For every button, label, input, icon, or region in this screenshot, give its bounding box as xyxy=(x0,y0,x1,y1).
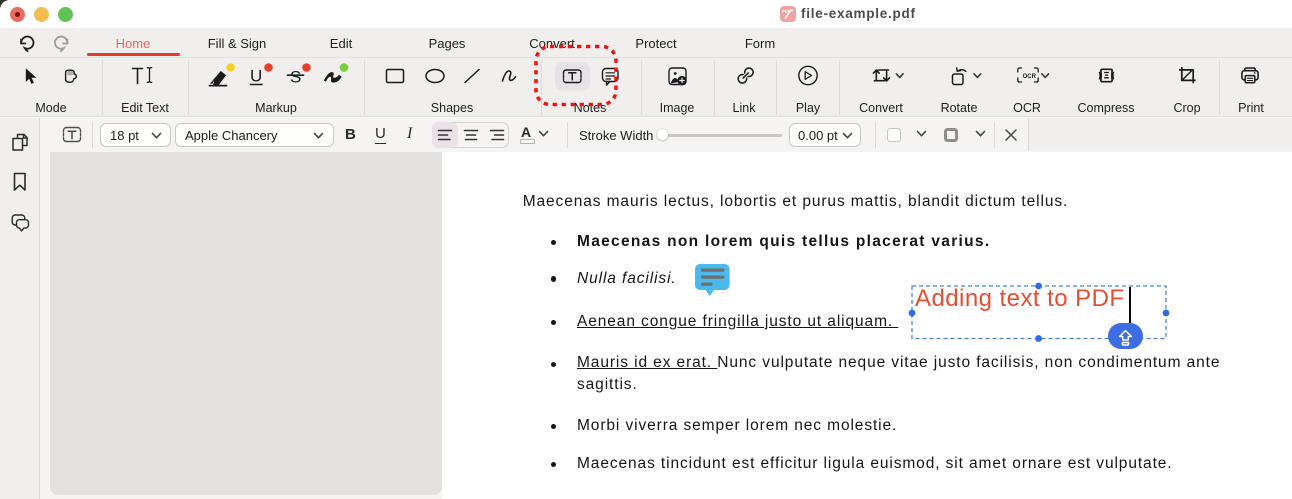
svg-text:OCR: OCR xyxy=(1023,74,1037,80)
svg-text:U: U xyxy=(250,67,262,86)
svg-text:S: S xyxy=(290,68,301,87)
